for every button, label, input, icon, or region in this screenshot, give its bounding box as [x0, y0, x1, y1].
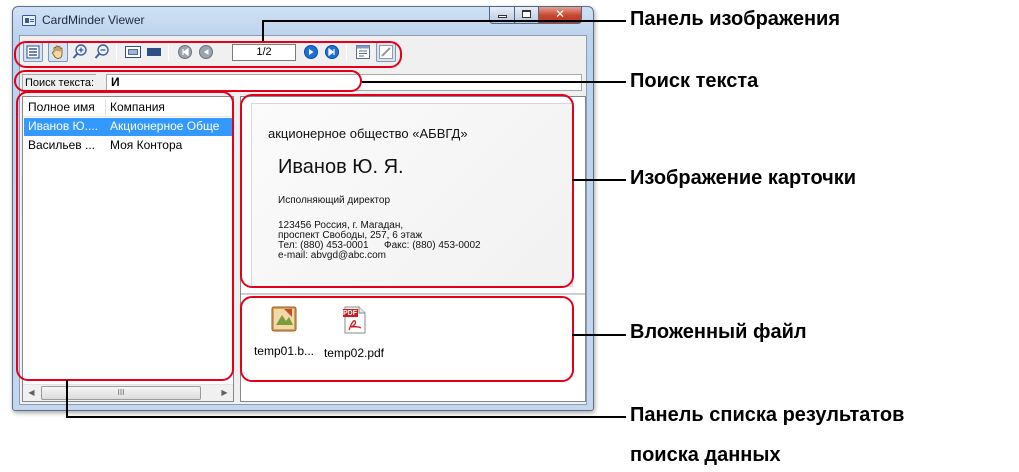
annotation-results-panel: Панель списка результатов	[630, 404, 905, 426]
minimize-icon	[497, 15, 507, 18]
annotation-image-panel: Панель изображения	[630, 8, 840, 30]
annotation-results-panel-line2: поиска данных	[630, 444, 781, 466]
horizontal-scrollbar[interactable]: ◀ III ▶	[23, 384, 233, 401]
panel-divider[interactable]	[241, 293, 585, 295]
scroll-thumb[interactable]: III	[41, 386, 201, 400]
scroll-left-icon[interactable]: ◀	[23, 385, 40, 401]
annotation-outline-card-image	[240, 94, 574, 288]
leader-line	[262, 20, 264, 41]
annotation-search-text: Поиск текста	[630, 70, 759, 92]
leader-line	[262, 20, 626, 22]
leader-line	[572, 179, 626, 181]
annotation-outline-search	[14, 70, 362, 92]
scroll-right-icon[interactable]: ▶	[216, 385, 233, 401]
window-title: CardMinder Viewer	[42, 13, 145, 27]
leader-line	[66, 416, 626, 418]
maximize-icon	[522, 10, 531, 18]
annotation-outline-toolbar	[14, 41, 402, 68]
annotation-attached-file: Вложенный файл	[630, 321, 807, 343]
leader-line	[362, 81, 626, 83]
leader-line	[66, 380, 68, 417]
app-icon	[22, 15, 36, 26]
annotation-outline-results-list	[16, 91, 234, 381]
annotation-outline-attachments	[240, 296, 574, 382]
annotation-card-image: Изображение карточки	[630, 167, 857, 189]
leader-line	[572, 334, 626, 336]
